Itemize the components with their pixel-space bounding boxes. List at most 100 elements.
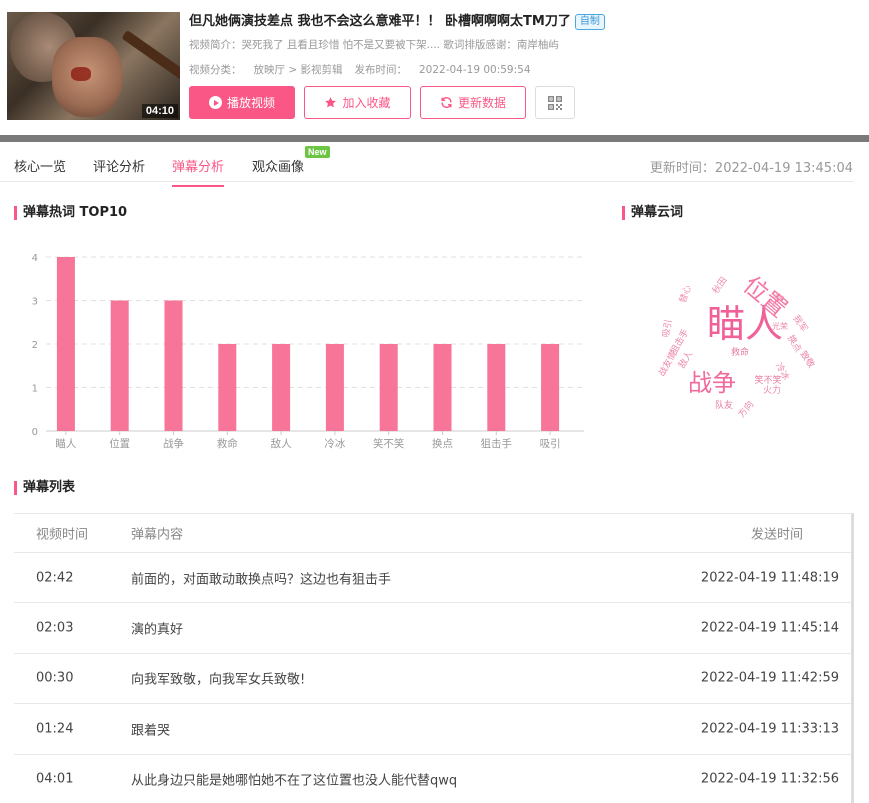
cloud-word: 战友情 — [655, 349, 679, 378]
cloud-word: 替心 — [676, 283, 693, 304]
x-tick-label: 吸引 — [540, 437, 561, 450]
row-content: 跟着哭 — [131, 723, 171, 739]
bar — [164, 300, 183, 431]
row-video-time: 02:42 — [36, 570, 74, 586]
tab-danmaku-analysis[interactable]: 弹幕分析 — [172, 156, 225, 187]
x-tick-label: 换点 — [432, 437, 453, 450]
add-favorite-button[interactable]: 加入收藏 — [304, 86, 411, 119]
row-sent-time: 2022-04-19 11:48:19 — [700, 570, 839, 586]
thumbnail-rifle — [121, 29, 180, 85]
header-content: 弹幕内容 — [131, 527, 184, 543]
bar — [272, 344, 291, 431]
list-section-title: 弹幕列表 — [14, 481, 75, 495]
cloud-word: 队友 — [715, 399, 733, 411]
danmaku-table: 视频时间 弹幕内容 发送时间 02:42 前面的，对面敢动敢换点吗？这边也有狙击… — [14, 513, 854, 803]
y-tick-label: 3 — [32, 297, 38, 308]
top10-bar-chart: 0 1 2 3 4 瞄人 位置 战争 救命 敌人 冷冰 笑不笑 换点 狙击手 吸引 — [32, 253, 584, 450]
x-tick-label: 冷冰 — [324, 437, 345, 450]
video-meta: 视频分类： 放映厅 > 影视剪辑 发布时间： 2022-04-19 00:59:54 — [189, 62, 531, 77]
update-data-button[interactable]: 更新数据 — [420, 86, 526, 119]
header-divider — [0, 135, 869, 142]
category-value: 放映厅 > 影视剪辑 — [253, 64, 343, 76]
cloud-word: 方向 — [735, 398, 756, 420]
tab-audience-profile[interactable]: 观众画像 — [252, 156, 304, 175]
intro-text: 哭死我了 且看且珍惜 怕不是又要被下架.... 歌词排版感谢：南岸柚屿 — [241, 39, 559, 51]
row-sent-time: 2022-04-19 11:45:14 — [700, 620, 839, 636]
cloud-word: 光荣 — [772, 321, 788, 331]
header-sent-time: 发送时间 — [750, 527, 803, 543]
cloud-word: 战争 — [688, 369, 736, 397]
table-row: 01:24 跟着哭 2022-04-19 11:33:13 — [14, 704, 851, 755]
self-made-badge: 自制 — [574, 14, 605, 30]
x-tick-label: 救命 — [217, 437, 238, 450]
row-sent-time: 2022-04-19 11:32:56 — [700, 771, 839, 787]
publish-value: 2022-04-19 00:59:54 — [418, 64, 531, 76]
cloud-word: 我军 — [790, 313, 809, 334]
video-thumbnail[interactable]: 04:10 — [7, 12, 180, 120]
thumbnail-detail — [71, 67, 91, 81]
cloud-word: 秋田 — [709, 274, 729, 296]
row-video-time: 00:30 — [36, 670, 74, 686]
video-intro: 视频简介：哭死我了 且看且珍惜 怕不是又要被下架.... 歌词排版感谢：南岸柚屿 — [189, 37, 559, 52]
row-content: 从此身边只能是她哪怕她不在了这位置也没人能代替qwq — [131, 773, 458, 789]
cloud-word: 火力 — [763, 384, 781, 396]
row-content: 演的真好 — [131, 622, 184, 638]
add-favorite-label: 加入收藏 — [342, 96, 391, 110]
refresh-icon — [441, 97, 452, 108]
row-content: 向我军致敬，向我军女兵致敬! — [131, 672, 306, 688]
bar — [487, 344, 506, 431]
header-video-time: 视频时间 — [36, 527, 89, 543]
cloud-word: 救命 — [731, 346, 749, 358]
bar — [110, 300, 129, 431]
cloud-word: 致敬 — [797, 348, 817, 370]
x-tick-label: 位置 — [109, 437, 130, 450]
star-icon — [325, 97, 337, 108]
word-cloud: 瞄人位置战争救命敌人冷冰笑不笑换点狙击手吸引只能我军致敬火力队友 方向战友情秋田替… — [655, 271, 817, 420]
table-row: 00:30 向我军致敬，向我军女兵致敬! 2022-04-19 11:42:59 — [14, 654, 851, 705]
publish-label: 发布时间： — [354, 64, 407, 76]
table-row: 02:03 演的真好 2022-04-19 11:45:14 — [14, 603, 851, 654]
y-tick-label: 2 — [32, 340, 38, 351]
cloud-word: 吸引 — [661, 319, 675, 339]
qr-code-button[interactable] — [535, 86, 575, 119]
qr-code-icon — [548, 95, 562, 110]
tab-comment-analysis[interactable]: 评论分析 — [93, 156, 145, 175]
cloud-word: 笑不笑 — [754, 374, 781, 386]
y-tick-label: 4 — [32, 253, 38, 264]
play-video-label: 播放视频 — [226, 96, 275, 110]
top10-section-title: 弹幕热词 TOP10 — [14, 206, 127, 220]
table-row: 04:01 从此身边只能是她哪怕她不在了这位置也没人能代替qwq 2022-04… — [14, 755, 851, 803]
bar — [379, 344, 398, 431]
tab-overview[interactable]: 核心一览 — [14, 156, 66, 175]
video-header: 04:10 但凡她俩演技差点 我也不会这么意难平！！ 卧槽啊啊啊太TM刀了 自制 … — [0, 0, 869, 135]
x-tick-label: 狙击手 — [481, 437, 513, 450]
row-video-time: 02:03 — [36, 620, 74, 636]
analysis-tabs: 核心一览 评论分析 弹幕分析 观众画像 New 更新时间：2022-04-19 … — [0, 142, 853, 187]
y-tick-label: 0 — [32, 427, 38, 438]
bar — [541, 344, 560, 431]
bar — [325, 344, 344, 431]
row-video-time: 01:24 — [36, 721, 74, 737]
update-data-label: 更新数据 — [457, 96, 506, 110]
table-header: 视频时间 弹幕内容 发送时间 — [14, 514, 851, 553]
row-video-time: 04:01 — [36, 771, 74, 787]
row-sent-time: 2022-04-19 11:33:13 — [700, 721, 839, 737]
play-icon — [208, 96, 222, 109]
x-tick-label: 笑不笑 — [373, 437, 405, 450]
bar — [56, 257, 75, 431]
video-title-text: 但凡她俩演技差点 我也不会这么意难平！！ 卧槽啊啊啊太TM刀了 — [189, 14, 571, 29]
update-time: 更新时间：2022-04-19 13:45:04 — [649, 161, 853, 176]
table-row: 02:42 前面的，对面敢动敢换点吗？这边也有狙击手 2022-04-19 11… — [14, 553, 851, 604]
x-tick-label: 战争 — [163, 437, 184, 450]
cloud-word: 换点 — [785, 333, 804, 355]
play-video-button[interactable]: 播放视频 — [189, 86, 295, 119]
intro-label: 视频简介： — [189, 39, 242, 51]
video-title[interactable]: 但凡她俩演技差点 我也不会这么意难平！！ 卧槽啊啊啊太TM刀了 自制 — [189, 10, 605, 30]
row-sent-time: 2022-04-19 11:42:59 — [700, 670, 839, 686]
bar — [218, 344, 237, 431]
x-tick-label: 瞄人 — [55, 438, 76, 450]
cloud-section-title: 弹幕云词 — [622, 206, 683, 220]
bar — [433, 344, 452, 431]
new-badge: New — [305, 146, 330, 158]
y-tick-label: 1 — [32, 384, 38, 395]
